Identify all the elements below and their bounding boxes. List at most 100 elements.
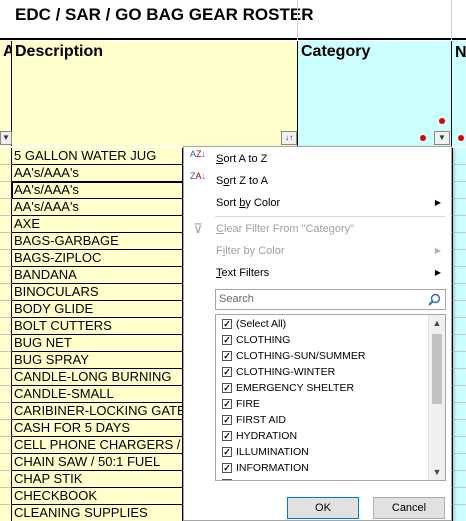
- filter-list-item[interactable]: ✓ NAVIGATION: [216, 476, 428, 480]
- filter-list-item[interactable]: ✓ CLOTHING-SUN/SUMMER: [216, 348, 428, 364]
- cell-col-a[interactable]: [0, 318, 12, 335]
- cell-description[interactable]: CARIBINER-LOCKING GATE: [12, 403, 183, 420]
- checkbox[interactable]: ✓: [222, 351, 232, 361]
- cell-description[interactable]: BUG SPRAY: [12, 352, 183, 369]
- checkbox[interactable]: ✓: [222, 335, 232, 345]
- header-description[interactable]: Description: [12, 41, 298, 146]
- checkbox[interactable]: ✓: [222, 399, 232, 409]
- cell-col-a[interactable]: [0, 352, 12, 369]
- cell-description[interactable]: CHECKBOOK: [12, 488, 183, 505]
- cell-col-n[interactable]: [452, 369, 466, 386]
- cell-col-a[interactable]: [0, 386, 12, 403]
- scroll-up-icon[interactable]: ▲: [429, 315, 445, 331]
- cell-col-a[interactable]: [0, 182, 12, 199]
- filter-list-item[interactable]: ✓ HYDRATION: [216, 428, 428, 444]
- scroll-thumb[interactable]: [432, 334, 442, 404]
- cell-col-a[interactable]: [0, 488, 12, 505]
- cell-col-a[interactable]: [0, 267, 12, 284]
- cell-description[interactable]: AA's/AAA's: [12, 182, 183, 199]
- filter-list-item[interactable]: ✓ (Select All): [216, 316, 428, 332]
- cell-description[interactable]: 5 GALLON WATER JUG: [12, 148, 183, 165]
- ok-button[interactable]: OK: [287, 497, 359, 519]
- checkbox[interactable]: ✓: [222, 367, 232, 377]
- filter-list-item[interactable]: ✓ ILLUMINATION: [216, 444, 428, 460]
- cell-description[interactable]: AA's/AAA's: [12, 165, 183, 182]
- cell-col-a[interactable]: [0, 233, 12, 250]
- cell-col-n[interactable]: [452, 318, 466, 335]
- cell-col-n[interactable]: [452, 284, 466, 301]
- filter-list-item[interactable]: ✓ CLOTHING: [216, 332, 428, 348]
- cell-description[interactable]: BODY GLIDE: [12, 301, 183, 318]
- filter-by-color-item[interactable]: Filter by Color ▶: [184, 240, 451, 262]
- cell-col-a[interactable]: [0, 454, 12, 471]
- cancel-button[interactable]: Cancel: [373, 497, 445, 519]
- cell-col-n[interactable]: [452, 301, 466, 318]
- cell-col-n[interactable]: [452, 335, 466, 352]
- cell-col-n[interactable]: [452, 267, 466, 284]
- filter-list-item[interactable]: ✓ CLOTHING-WINTER: [216, 364, 428, 380]
- cell-description[interactable]: BAGS-ZIPLOC: [12, 250, 183, 267]
- cell-description[interactable]: BANDANA: [12, 267, 183, 284]
- cell-col-n[interactable]: [452, 420, 466, 437]
- cell-col-n[interactable]: [452, 233, 466, 250]
- cell-description[interactable]: BOLT CUTTERS: [12, 318, 183, 335]
- cell-col-a[interactable]: [0, 301, 12, 318]
- filter-values-list[interactable]: ✓ (Select All) ✓ CLOTHING ✓ CLOTHING-SUN/SUMM…: [215, 314, 446, 481]
- search-input[interactable]: Search: [215, 289, 446, 310]
- header-next-partial[interactable]: N Q: [452, 41, 466, 146]
- header-category[interactable]: Category: [298, 41, 452, 146]
- filter-list-item[interactable]: ✓ EMERGENCY SHELTER: [216, 380, 428, 396]
- checkbox[interactable]: ✓: [222, 431, 232, 441]
- cell-col-a[interactable]: [0, 199, 12, 216]
- cell-col-a[interactable]: [0, 250, 12, 267]
- sort-by-color-item[interactable]: Sort by Color ▶: [184, 192, 451, 214]
- cell-description[interactable]: AA's/AAA's: [12, 199, 183, 216]
- cell-description[interactable]: BAGS-GARBAGE: [12, 233, 183, 250]
- clear-filter-item[interactable]: ⊽ Clear Filter From "Category": [184, 218, 451, 240]
- checkbox[interactable]: ✓: [222, 415, 232, 425]
- cell-col-n[interactable]: [452, 505, 466, 521]
- cell-col-a[interactable]: [0, 216, 12, 233]
- cell-col-a[interactable]: [0, 403, 12, 420]
- filter-list-item[interactable]: ✓ INFORMATION: [216, 460, 428, 476]
- cell-col-n[interactable]: [452, 216, 466, 233]
- cell-col-n[interactable]: [452, 437, 466, 454]
- sort-z-to-a-item[interactable]: ZA↓ Sort Z to A: [184, 170, 451, 192]
- scroll-down-icon[interactable]: ▼: [429, 464, 445, 480]
- cell-description[interactable]: CELL PHONE CHARGERS /: [12, 437, 183, 454]
- cell-col-n[interactable]: [452, 250, 466, 267]
- cell-description[interactable]: CLEANING SUPPLIES: [12, 505, 183, 521]
- cell-col-n[interactable]: [452, 454, 466, 471]
- cell-col-a[interactable]: [0, 165, 12, 182]
- cell-col-n[interactable]: [452, 182, 466, 199]
- cell-description[interactable]: CHAIN SAW / 50:1 FUEL: [12, 454, 183, 471]
- cell-col-n[interactable]: [452, 148, 466, 165]
- cell-col-n[interactable]: [452, 488, 466, 505]
- filter-dropdown-button-description[interactable]: ↓↑: [281, 131, 297, 145]
- cell-col-n[interactable]: [452, 165, 466, 182]
- cell-description[interactable]: CANDLE-LONG BURNING: [12, 369, 183, 386]
- cell-col-n[interactable]: [452, 352, 466, 369]
- cell-description[interactable]: CANDLE-SMALL: [12, 386, 183, 403]
- cell-col-n[interactable]: [452, 471, 466, 488]
- cell-col-a[interactable]: [0, 471, 12, 488]
- checkbox[interactable]: ✓: [222, 463, 232, 473]
- cell-col-a[interactable]: [0, 420, 12, 437]
- cell-col-a[interactable]: [0, 437, 12, 454]
- text-filters-item[interactable]: Text Filters ▶: [184, 262, 451, 284]
- cell-col-a[interactable]: [0, 369, 12, 386]
- checkbox[interactable]: ✓: [222, 479, 232, 480]
- filter-list-item[interactable]: ✓ FIRST AID: [216, 412, 428, 428]
- cell-col-a[interactable]: [0, 284, 12, 301]
- filter-dropdown-button-category[interactable]: ▼: [434, 131, 450, 145]
- cell-col-a[interactable]: [0, 505, 12, 521]
- checkbox[interactable]: ✓: [222, 447, 232, 457]
- list-scrollbar[interactable]: ▲ ▼: [428, 315, 445, 480]
- cell-description[interactable]: BUG NET: [12, 335, 183, 352]
- cell-col-n[interactable]: [452, 386, 466, 403]
- cell-col-n[interactable]: [452, 199, 466, 216]
- cell-description[interactable]: CHAP STIK: [12, 471, 183, 488]
- cell-description[interactable]: CASH FOR 5 DAYS: [12, 420, 183, 437]
- cell-col-a[interactable]: [0, 148, 12, 165]
- checkbox[interactable]: ✓: [222, 319, 232, 329]
